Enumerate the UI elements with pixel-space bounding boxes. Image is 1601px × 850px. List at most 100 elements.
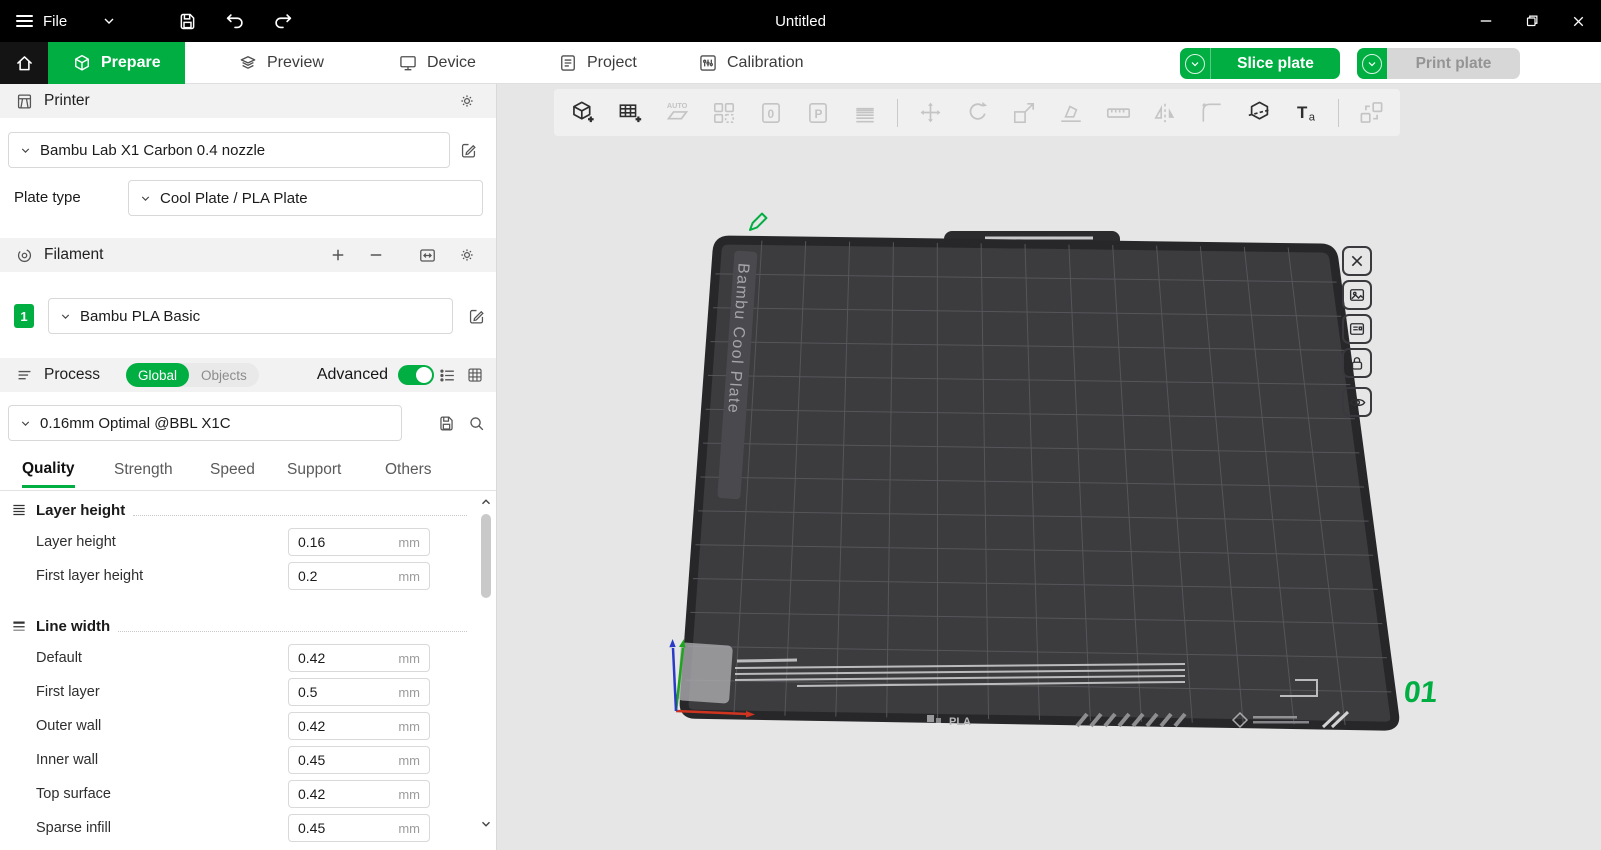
move-icon — [917, 99, 944, 126]
objects-list-button[interactable] — [434, 362, 460, 388]
delete-plate-button[interactable] — [1342, 246, 1372, 276]
scroll-up-button[interactable] — [477, 494, 495, 510]
split-to-parts-button[interactable]: P — [797, 93, 839, 133]
tab-project-label: Project — [587, 54, 637, 72]
print-options-button[interactable] — [1357, 48, 1387, 79]
minimize-icon — [1477, 12, 1495, 30]
redo-button[interactable] — [269, 7, 297, 35]
line-width-sparse-infill-input[interactable] — [298, 820, 384, 836]
split-to-objects-button[interactable]: 0 — [750, 93, 792, 133]
tab-support[interactable]: Support — [287, 452, 341, 488]
unit-label: mm — [398, 651, 420, 666]
cut-button[interactable] — [1238, 93, 1280, 133]
minimize-button[interactable] — [1463, 0, 1509, 42]
mirror-button[interactable] — [1144, 93, 1186, 133]
tab-quality[interactable]: Quality — [22, 452, 75, 488]
viewport-toolbar: AUTO 0 P — [554, 89, 1400, 136]
filament-settings-button[interactable] — [454, 242, 480, 268]
lay-flat-button[interactable] — [1050, 93, 1092, 133]
save-button[interactable] — [173, 7, 201, 35]
first-layer-height-input[interactable] — [298, 568, 384, 584]
ams-sync-icon — [418, 246, 437, 265]
advanced-toggle[interactable] — [398, 365, 434, 385]
plate-settings-button[interactable] — [1342, 314, 1372, 344]
variable-layer-height-button[interactable] — [844, 93, 886, 133]
parameter-table-button[interactable] — [462, 362, 488, 388]
assembly-view-button[interactable] — [1350, 93, 1392, 133]
process-scope-toggle[interactable]: Global Objects — [126, 363, 259, 387]
printer-settings-button[interactable] — [454, 88, 480, 114]
param-input-box: mm — [288, 528, 430, 556]
printer-select[interactable]: Bambu Lab X1 Carbon 0.4 nozzle — [8, 132, 450, 168]
tab-prepare-label: Prepare — [101, 54, 161, 72]
ams-sync-button[interactable] — [414, 242, 440, 268]
viewport-3d[interactable]: AUTO 0 P — [497, 84, 1601, 850]
parameter-table-icon — [466, 366, 484, 384]
scope-global-pill[interactable]: Global — [126, 363, 189, 387]
add-text-button[interactable]: Ta — [1285, 93, 1327, 133]
printer-section-title: Printer — [44, 92, 90, 110]
scroll-down-button[interactable] — [477, 816, 495, 832]
move-button[interactable] — [909, 93, 951, 133]
tab-project[interactable]: Project — [558, 42, 637, 84]
auto-orient-button[interactable]: AUTO — [656, 93, 698, 133]
scale-button[interactable] — [1003, 93, 1045, 133]
print-plate-button[interactable]: Print plate — [1387, 48, 1520, 79]
tab-speed[interactable]: Speed — [210, 452, 255, 488]
redo-icon — [272, 10, 294, 32]
tab-others[interactable]: Others — [385, 452, 432, 488]
arrange-button[interactable] — [703, 93, 745, 133]
edit-printer-button[interactable] — [455, 137, 481, 163]
tab-prepare[interactable]: Prepare — [48, 42, 185, 84]
edit-filament-button[interactable] — [463, 303, 489, 329]
add-button[interactable] — [562, 93, 604, 133]
slice-options-button[interactable] — [1180, 48, 1210, 79]
scrollbar-thumb[interactable] — [481, 514, 491, 598]
unit-label: mm — [398, 753, 420, 768]
scope-objects-pill[interactable]: Objects — [189, 368, 259, 383]
fillet-button[interactable] — [1191, 93, 1233, 133]
filament-select[interactable]: Bambu PLA Basic — [48, 298, 453, 334]
sidebar: Printer Bambu Lab X1 Carbon 0.4 nozzle P… — [0, 84, 497, 850]
chevron-down-icon — [59, 310, 72, 323]
auto-orient-icon: AUTO — [664, 99, 691, 126]
slice-plate-button[interactable]: Slice plate — [1210, 48, 1340, 79]
file-menu-button[interactable]: File — [0, 0, 133, 42]
tab-strength[interactable]: Strength — [114, 452, 173, 488]
project-icon — [558, 53, 578, 73]
maximize-button[interactable] — [1509, 0, 1555, 42]
window-controls — [1463, 0, 1601, 42]
add-plate-button[interactable] — [609, 93, 651, 133]
line-width-first-layer-input[interactable] — [298, 684, 384, 700]
line-width-default-input[interactable] — [298, 650, 384, 666]
plate-image-button[interactable] — [1342, 280, 1372, 310]
plate-edit-pencil-icon[interactable] — [750, 214, 766, 230]
save-preset-button[interactable] — [433, 410, 459, 436]
plate-number[interactable]: 01 — [1402, 676, 1439, 709]
lock-plate-button[interactable] — [1342, 348, 1372, 378]
build-plate[interactable]: Bambu Cool Plate PLA — [677, 240, 1395, 728]
line-width-inner-wall-input[interactable] — [298, 752, 384, 768]
close-button[interactable] — [1555, 0, 1601, 42]
plate-visibility-button[interactable] — [1342, 387, 1372, 417]
line-width-outer-wall-input[interactable] — [298, 718, 384, 734]
preview-icon — [238, 53, 258, 73]
undo-button[interactable] — [221, 7, 249, 35]
process-preset-select[interactable]: 0.16mm Optimal @BBL X1C — [8, 405, 402, 441]
param-label: Default — [36, 650, 82, 666]
layer-height-input[interactable] — [298, 534, 384, 550]
rotate-button[interactable] — [956, 93, 998, 133]
search-preset-button[interactable] — [463, 410, 489, 436]
param-label: Top surface — [36, 786, 111, 802]
tab-preview[interactable]: Preview — [238, 42, 324, 84]
tab-calibration[interactable]: Calibration — [698, 42, 803, 84]
tab-device[interactable]: Device — [398, 42, 476, 84]
svg-text:AUTO: AUTO — [666, 101, 687, 110]
plate-type-select[interactable]: Cool Plate / PLA Plate — [128, 180, 483, 216]
remove-filament-button[interactable] — [363, 242, 389, 268]
add-filament-button[interactable] — [325, 242, 351, 268]
home-button[interactable] — [0, 42, 48, 84]
line-width-top-surface-input[interactable] — [298, 786, 384, 802]
measure-button[interactable] — [1097, 93, 1139, 133]
param-row: First layer mm — [0, 675, 477, 709]
